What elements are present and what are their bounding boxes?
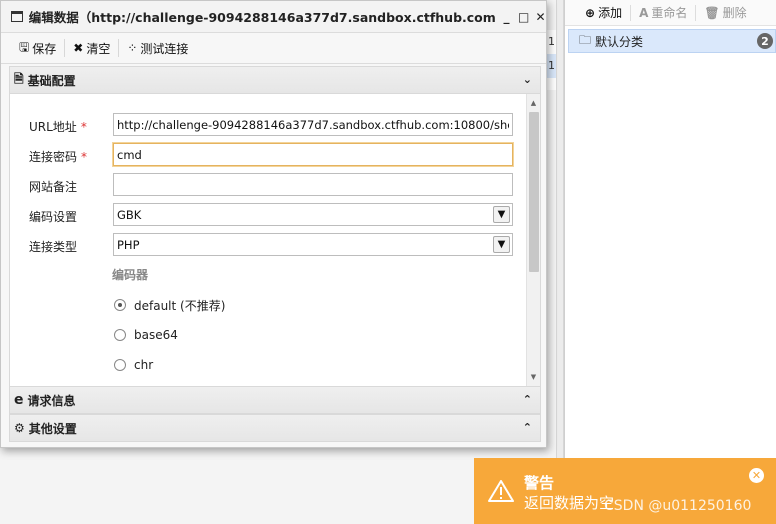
encoding-row: 编码设置 GBK ▼ bbox=[10, 203, 526, 227]
warning-icon bbox=[488, 480, 514, 502]
encoding-label: 编码设置 bbox=[29, 210, 78, 224]
save-label: 保存 bbox=[32, 41, 57, 56]
section-other-header[interactable]: ⚙ 其他设置 ⌃ bbox=[9, 414, 541, 442]
list-item[interactable]: 1 bbox=[546, 54, 556, 78]
section-request-header[interactable]: e 请求信息 ⌃ bbox=[9, 386, 541, 414]
basic-config-form: URL地址* 连接密码* 网站备注 编码设置 GBK ▼ 连接类型 PHP ▼ … bbox=[9, 94, 541, 386]
section-other-title: 其他设置 bbox=[28, 421, 77, 436]
maximize-icon[interactable]: □ bbox=[518, 10, 529, 24]
save-button[interactable]: 🖫 保存 bbox=[11, 36, 64, 60]
count-badge: 2 bbox=[757, 33, 773, 49]
file-icon: 🗎 bbox=[14, 71, 24, 86]
chevron-down-icon: ⌄ bbox=[522, 73, 532, 86]
chevron-up-icon: ⌃ bbox=[522, 421, 532, 434]
chevron-down-icon: ▼ bbox=[493, 236, 510, 253]
ie-icon: e bbox=[14, 392, 24, 408]
gears-icon: ⚙ bbox=[14, 421, 25, 435]
splitter[interactable] bbox=[556, 0, 564, 524]
category-tree: 🗀 默认分类 2 bbox=[565, 26, 776, 53]
type-row: 连接类型 PHP ▼ bbox=[10, 233, 526, 257]
test-connection-button[interactable]: ⁘ 测试连接 bbox=[119, 36, 196, 60]
shell-list-peek: 1 1 bbox=[546, 30, 556, 90]
edit-data-window: 编辑数据（http://challenge-9094288146a377d7.s… bbox=[0, 0, 547, 448]
type-label: 连接类型 bbox=[29, 240, 78, 254]
folder-icon: 🗀 bbox=[579, 32, 592, 47]
window-icon bbox=[11, 11, 23, 22]
encoder-option-label: chr bbox=[134, 358, 154, 372]
encoder-option-base64[interactable]: base64 bbox=[114, 326, 178, 344]
type-select[interactable]: PHP ▼ bbox=[113, 233, 513, 256]
list-item[interactable]: 1 bbox=[546, 30, 556, 54]
radio-unchecked-icon bbox=[114, 329, 126, 341]
section-basic-header[interactable]: 🗎 基础配置 ⌄ bbox=[9, 66, 541, 94]
section-basic-title: 基础配置 bbox=[27, 73, 76, 88]
encoder-option-default[interactable]: default (不推荐) bbox=[114, 296, 225, 314]
close-icon[interactable]: ✕ bbox=[749, 468, 764, 483]
category-panel: ⊕ 添加 A 重命名 🗑 删除 🗀 默认分类 2 bbox=[564, 0, 776, 524]
delete-category-button[interactable]: 🗑 删除 bbox=[696, 2, 754, 24]
x-icon: ✖ bbox=[73, 41, 84, 55]
radio-checked-icon bbox=[114, 299, 126, 311]
tree-item-default[interactable]: 🗀 默认分类 2 bbox=[568, 29, 776, 53]
add-label: 添加 bbox=[598, 6, 623, 20]
toast-message: 返回数据为空 bbox=[524, 494, 615, 512]
spinner-icon: ⁘ bbox=[127, 41, 138, 55]
section-request-title: 请求信息 bbox=[27, 393, 76, 408]
password-input[interactable] bbox=[113, 143, 513, 166]
password-label: 连接密码 * bbox=[29, 150, 88, 164]
add-category-button[interactable]: ⊕ 添加 bbox=[577, 2, 630, 24]
window-titlebar[interactable]: 编辑数据（http://challenge-9094288146a377d7.s… bbox=[1, 1, 546, 33]
delete-label: 删除 bbox=[722, 6, 747, 20]
floppy-icon: 🖫 bbox=[19, 39, 30, 54]
chevron-down-icon: ▼ bbox=[493, 206, 510, 223]
window-controls: _ □ ✕ bbox=[501, 10, 546, 24]
watermark: CSDN @u011250160 bbox=[604, 498, 752, 514]
tree-item-label: 默认分类 bbox=[595, 34, 644, 49]
encoder-option-label: base64 bbox=[134, 328, 178, 342]
note-row: 网站备注 bbox=[10, 173, 526, 197]
toast-title: 警告 bbox=[524, 474, 555, 492]
radio-unchecked-icon bbox=[114, 359, 126, 371]
encoding-value: GBK bbox=[117, 207, 142, 222]
form-scrollbar[interactable]: ▲ ▼ bbox=[526, 94, 540, 386]
encoder-title: 编码器 bbox=[112, 268, 149, 282]
window-toolbar: 🖫 保存 ✖ 清空 ⁘ 测试连接 bbox=[1, 33, 546, 64]
scrollbar-thumb[interactable] bbox=[529, 112, 539, 272]
password-row: 连接密码 * bbox=[10, 143, 526, 167]
note-input[interactable] bbox=[113, 173, 513, 196]
encoder-option-chr[interactable]: chr bbox=[114, 356, 153, 374]
chevron-up-icon: ⌃ bbox=[522, 393, 532, 406]
window-title: 编辑数据（http://challenge-9094288146a377d7.s… bbox=[28, 10, 495, 25]
encoding-select[interactable]: GBK ▼ bbox=[113, 203, 513, 226]
minimize-icon[interactable]: _ bbox=[501, 10, 512, 24]
font-icon: A bbox=[639, 5, 649, 20]
close-icon[interactable]: ✕ bbox=[535, 10, 546, 24]
scroll-down-icon[interactable]: ▼ bbox=[527, 370, 540, 384]
scroll-up-icon[interactable]: ▲ bbox=[527, 96, 540, 110]
warning-toast: 警告 返回数据为空 ✕ bbox=[474, 458, 776, 524]
type-value: PHP bbox=[117, 237, 140, 252]
encoder-option-label: default (不推荐) bbox=[134, 298, 226, 313]
url-label: URL地址 * bbox=[29, 120, 87, 134]
category-toolbar: ⊕ 添加 A 重命名 🗑 删除 bbox=[565, 0, 776, 26]
url-row: URL地址 * bbox=[10, 113, 526, 137]
note-label: 网站备注 bbox=[29, 180, 78, 194]
rename-category-button[interactable]: A 重命名 bbox=[631, 2, 695, 24]
test-label: 测试连接 bbox=[140, 41, 189, 56]
rename-label: 重命名 bbox=[651, 6, 688, 20]
clear-button[interactable]: ✖ 清空 bbox=[65, 36, 118, 60]
trash-icon: 🗑 bbox=[704, 5, 720, 20]
url-input[interactable] bbox=[113, 113, 513, 136]
plus-circle-icon: ⊕ bbox=[585, 5, 596, 20]
clear-label: 清空 bbox=[86, 41, 111, 56]
